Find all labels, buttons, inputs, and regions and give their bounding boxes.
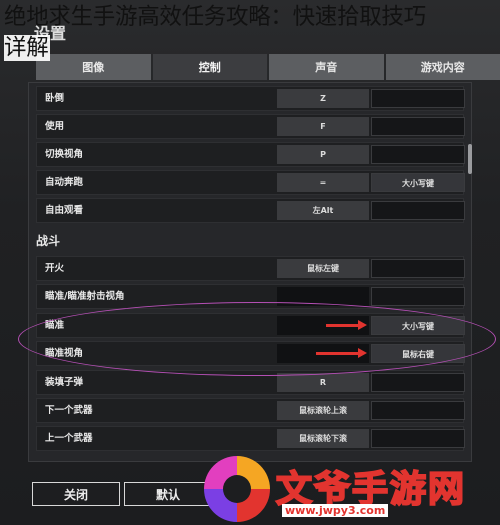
secondary-key-slot[interactable] [371,429,465,448]
keybind-label: 自由观看 [45,205,84,216]
article-title: 绝地求生手游高效任务攻略：快速拾取技巧 详解 [4,2,496,64]
red-arrow-icon [316,348,367,358]
secondary-key-slot[interactable]: 大小写键 [371,173,465,192]
keybind-row-toggle-view: 切换视角 P [36,142,465,167]
close-button[interactable]: 关闭 [32,482,120,506]
secondary-key-slot[interactable] [371,259,465,278]
keybind-row-use: 使用 F [36,114,465,139]
watermark-url: www.jwpy3.com [282,504,389,517]
primary-key-slot[interactable]: F [277,117,369,136]
secondary-key-slot[interactable] [371,401,465,420]
secondary-key-slot[interactable] [371,117,465,136]
primary-key-slot[interactable]: Z [277,89,369,108]
secondary-key-slot[interactable] [371,373,465,392]
primary-key-slot[interactable]: P [277,145,369,164]
watermark-logo-icon [204,456,270,522]
keybind-label: 瞄准/瞄准射击视角 [45,291,125,302]
secondary-key-slot[interactable] [371,145,465,164]
keybind-row-prev-weapon: 上一个武器 鼠标滚轮下滚 [36,426,465,451]
keybind-label: 上一个武器 [45,433,93,444]
primary-key-slot[interactable]: 鼠标滚轮上滚 [277,401,369,420]
default-button[interactable]: 默认 [124,482,212,506]
keybind-label: 使用 [45,121,65,132]
secondary-key-slot[interactable] [371,89,465,108]
highlight-ellipse [18,302,496,376]
article-title-line1: 绝地求生手游高效任务攻略：快速拾取技巧 [4,4,426,30]
section-heading-combat: 战斗 [36,234,61,248]
scrollbar-thumb[interactable] [468,144,472,174]
primary-key-slot[interactable]: 鼠标滚轮下滚 [277,429,369,448]
keybind-label: 装填子弹 [45,377,84,388]
primary-key-slot[interactable]: R [277,373,369,392]
primary-key-slot[interactable]: = [277,173,369,192]
primary-key-slot[interactable]: 鼠标左键 [277,259,369,278]
keybind-row-free-look: 自由观看 左Alt [36,198,465,223]
primary-key-slot[interactable]: 左Alt [277,201,369,220]
keybind-row-fire: 开火 鼠标左键 [36,256,465,281]
secondary-key-slot[interactable] [371,201,465,220]
keybind-label: 下一个武器 [45,405,93,416]
settings-screenshot: 绝地求生手游高效任务攻略：快速拾取技巧 详解 设置 图像 控制 声音 游戏内容 … [0,0,500,525]
keybind-label: 开火 [45,263,65,274]
red-arrow-icon [326,320,367,330]
keybind-label: 自动奔跑 [45,177,84,188]
keybind-row-next-weapon: 下一个武器 鼠标滚轮上滚 [36,398,465,423]
keybind-label: 卧倒 [45,93,65,104]
keybind-row-prone: 卧倒 Z [36,86,465,111]
secondary-key-slot[interactable] [371,287,465,306]
keybind-label: 切换视角 [45,149,84,160]
keybind-row-auto-run: 自动奔跑 = 大小写键 [36,170,465,195]
article-title-line2: 详解 [4,35,51,61]
